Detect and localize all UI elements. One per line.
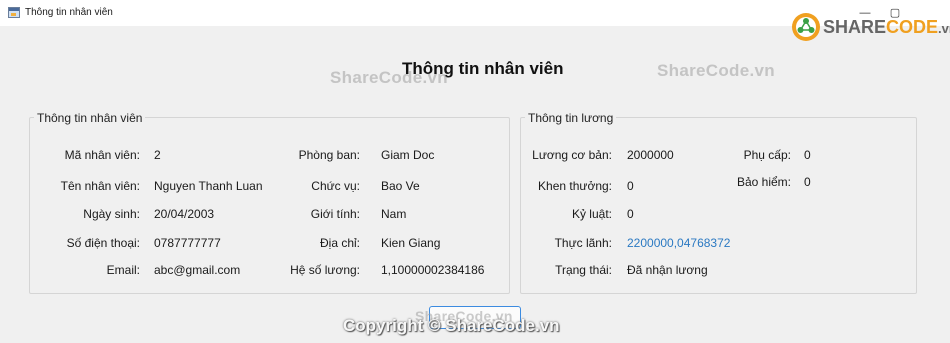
gender-label: Giới tính:	[310, 207, 360, 221]
position-value: Bao Ve	[381, 179, 420, 193]
app-window-icon	[8, 7, 20, 18]
address-value: Kien Giang	[381, 236, 441, 250]
insurance-label: Bảo hiểm:	[736, 175, 791, 189]
employee-id-label: Mã nhân viên:	[64, 148, 140, 162]
employee-id-value: 2	[154, 148, 161, 162]
status-label: Trạng thái:	[555, 263, 612, 277]
watermark-text: ShareCode.vn	[657, 61, 775, 80]
salary-coefficient-value: 1,10000002384186	[381, 263, 485, 277]
sharecode-logo: SHARECODE.vn	[791, 12, 950, 44]
salary-info-legend: Thông tin lương	[525, 111, 617, 125]
discipline-value: 0	[627, 207, 634, 221]
address-label: Địa chỉ:	[319, 236, 360, 250]
sharecode-logo-icon	[792, 13, 820, 41]
department-label: Phòng ban:	[298, 148, 360, 162]
salary-coefficient-label: Hệ số lương:	[290, 263, 360, 277]
gender-value: Nam	[381, 207, 407, 221]
insurance-value: 0	[804, 175, 811, 189]
watermark-text: ShareCode.vn	[330, 68, 448, 87]
email-label: Email:	[106, 263, 140, 277]
phone-value: 0787777777	[154, 236, 221, 250]
bonus-label: Khen thưởng:	[538, 179, 612, 193]
department-value: Giam Doc	[381, 148, 435, 162]
employee-name-value: Nguyen Thanh Luan	[154, 179, 263, 193]
status-value: Đã nhận lương	[627, 263, 708, 277]
window-title: Thông tin nhân viên	[25, 7, 113, 18]
bonus-value: 0	[627, 179, 634, 193]
base-salary-label: Lương cơ bản:	[532, 148, 612, 162]
allowance-label: Phụ cấp:	[743, 148, 791, 162]
birth-date-label: Ngày sinh:	[83, 207, 140, 221]
sharecode-logo-text: SHARECODE.vn	[823, 17, 950, 37]
copyright-watermark: Copyright © ShareCode.vn	[343, 316, 560, 335]
phone-label: Số điện thoại:	[66, 236, 140, 250]
base-salary-value: 2000000	[627, 148, 674, 162]
net-pay-label: Thực lãnh:	[554, 236, 612, 250]
birth-date-value: 20/04/2003	[154, 207, 215, 221]
employee-info-legend: Thông tin nhân viên	[34, 111, 146, 125]
net-pay-value: 2200000,04768372	[627, 236, 731, 250]
allowance-value: 0	[804, 148, 811, 162]
email-value: abc@gmail.com	[154, 263, 241, 277]
position-label: Chức vụ:	[311, 179, 360, 193]
discipline-label: Kỷ luật:	[571, 207, 612, 221]
employee-name-label: Tên nhân viên:	[60, 179, 140, 193]
